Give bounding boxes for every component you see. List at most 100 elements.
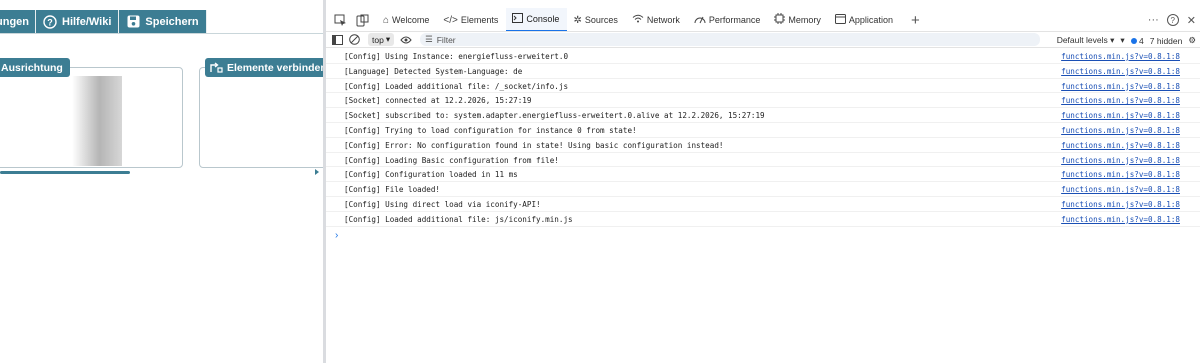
log-source-link[interactable]: functions.min.js?v=0.8.1:8	[1061, 156, 1180, 165]
log-source-link[interactable]: functions.min.js?v=0.8.1:8	[1061, 170, 1180, 179]
log-message: [Socket] subscribed to: system.adapter.e…	[344, 111, 765, 121]
save-icon	[126, 15, 140, 29]
log-message: [Config] Loaded additional file: js/icon…	[344, 214, 573, 224]
log-entry: [Language] Detected System-Language: de f…	[326, 64, 1200, 79]
hidden-count: 7 hidden	[1149, 35, 1183, 46]
log-entry: [Config] Loaded additional file: js/icon…	[326, 212, 1200, 227]
log-entry: [Config] File loaded! functions.min.js?v=…	[326, 182, 1200, 197]
chevron-down-icon: ▾	[385, 34, 391, 44]
log-entry: [Config] Using Instance: energiefluss-er…	[326, 49, 1200, 64]
tab-network[interactable]: Network	[626, 8, 688, 32]
log-source-link[interactable]: functions.min.js?v=0.8.1:8	[1061, 111, 1180, 120]
tab-label: Network	[646, 15, 680, 25]
log-source-link[interactable]: functions.min.js?v=0.8.1:8	[1061, 200, 1180, 209]
log-source-link[interactable]: functions.min.js?v=0.8.1:8	[1061, 215, 1180, 224]
tab-label: Performance	[708, 15, 761, 25]
log-message: [Config] Error: No configuration found i…	[344, 140, 724, 150]
save-label: Speichern	[145, 15, 199, 28]
filter-placeholder: Filter	[436, 34, 456, 45]
device-toolbar-icon[interactable]	[351, 9, 373, 31]
log-entry: [Config] Error: No configuration found i…	[326, 138, 1200, 153]
tab-elements[interactable]: </> Elements	[437, 8, 506, 32]
log-entry: [Config] Loaded additional file: /_socke…	[326, 79, 1200, 94]
console-vertical-scrollbar[interactable]	[1192, 52, 1198, 227]
tab-performance[interactable]: Performance	[688, 8, 769, 32]
tab-welcome[interactable]: ⌂ Welcome	[377, 8, 437, 32]
issues-badge[interactable]: 4	[1130, 35, 1144, 46]
log-entry: [Socket] connected at 12.2.2026, 15:27:1…	[326, 93, 1200, 109]
scroll-right-arrow-icon[interactable]	[315, 169, 319, 175]
log-source-link[interactable]: functions.min.js?v=0.8.1:8	[1061, 185, 1180, 194]
devtools-panel: ⌂ Welcome </> Elements Console ✲ Sources	[326, 0, 1200, 363]
tab-memory[interactable]: Memory	[768, 8, 829, 32]
application-icon	[834, 13, 846, 27]
log-source-link[interactable]: functions.min.js?v=0.8.1:8	[1061, 126, 1180, 135]
connect-elements-label: Elemente verbinden	[227, 61, 323, 74]
log-source-link[interactable]: functions.min.js?v=0.8.1:8	[1061, 141, 1180, 150]
log-source-link[interactable]: functions.min.js?v=0.8.1:8	[1061, 82, 1180, 91]
tab-sources[interactable]: ✲ Sources	[567, 8, 625, 32]
tab-label: Application	[848, 15, 893, 25]
bug-icon: ✲	[573, 14, 582, 26]
console-filter-input[interactable]: ☰ Filter	[420, 33, 1041, 46]
help-wiki-label: Hilfe/Wiki	[62, 15, 112, 28]
log-entry: [Config] Using direct load via iconify-A…	[326, 197, 1200, 212]
tab-console[interactable]: Console	[506, 8, 568, 32]
tab-label: Sources	[584, 15, 618, 25]
help-wiki-button[interactable]: ? Hilfe/Wiki	[36, 10, 120, 33]
tab-label: Elements	[460, 15, 499, 25]
save-button[interactable]: Speichern	[119, 10, 207, 33]
clear-console-icon[interactable]	[349, 34, 360, 45]
console-icon	[512, 12, 524, 26]
connect-elements-header[interactable]: Elemente verbinden	[205, 58, 323, 77]
log-levels-dropdown[interactable]: Default levels ▾	[1057, 35, 1115, 46]
eye-icon[interactable]	[400, 36, 412, 44]
sidebar-toggle-icon[interactable]	[332, 34, 343, 45]
gear-icon[interactable]: ⚙	[1188, 35, 1196, 46]
context-selector[interactable]: top ▾	[368, 33, 395, 46]
alignment-panel-label: Ausrichtung	[1, 61, 63, 74]
more-options-icon[interactable]: ···	[1148, 14, 1159, 26]
context-selector-value: top	[372, 34, 384, 45]
log-entry: [Config] Loading Basic configuration fro…	[326, 153, 1200, 168]
log-message: [Config] Trying to load configuration fo…	[344, 126, 637, 135]
issue-dot-icon	[1130, 37, 1137, 44]
log-message: [Config] Using Instance: energiefluss-er…	[344, 52, 569, 61]
wifi-icon	[632, 14, 644, 26]
home-icon: ⌂	[383, 14, 390, 26]
inspect-element-icon[interactable]	[329, 9, 351, 31]
toolbar-button-settings[interactable]: ungen	[0, 10, 36, 33]
toolbar-button-label: ungen	[0, 15, 29, 28]
log-message: [Config] Loaded additional file: /_socke…	[344, 81, 569, 91]
connect-icon	[209, 61, 223, 74]
app-pane: ungen ? Hilfe/Wiki Speichern Ausrichtung	[0, 0, 323, 363]
tab-application[interactable]: Application	[829, 8, 901, 32]
console-output: [Config] Using Instance: energiefluss-er…	[326, 49, 1200, 363]
devtools-top-actions: ··· ? ✕	[1148, 8, 1196, 32]
log-source-link[interactable]: functions.min.js?v=0.8.1:8	[1061, 67, 1180, 76]
console-prompt-chevron-icon[interactable]: ›	[335, 230, 338, 241]
code-icon: </>	[443, 14, 458, 26]
issues-count: 4	[1139, 35, 1144, 46]
log-entry: [Config] Trying to load configuration fo…	[326, 123, 1200, 138]
log-levels-area: Default levels ▾ ▾ 4 7 hidden ⚙	[1057, 32, 1196, 49]
console-filter-bar: top ▾ ☰ Filter Default levels ▾ ▾ 4 7 hi…	[326, 31, 1200, 48]
alignment-panel-header: Ausrichtung	[0, 58, 70, 77]
close-icon[interactable]: ✕	[1187, 14, 1196, 27]
tab-label: Console	[526, 14, 560, 24]
chevron-down-icon[interactable]: ▾	[1120, 35, 1124, 46]
tab-label: Welcome	[392, 15, 430, 25]
horizontal-scrollbar-thumb[interactable]	[0, 171, 130, 174]
memory-icon	[774, 13, 786, 27]
tab-label: Memory	[788, 15, 821, 25]
filter-icon: ☰	[425, 34, 433, 44]
log-source-link[interactable]: functions.min.js?v=0.8.1:8	[1061, 96, 1180, 105]
help-icon[interactable]: ?	[1166, 14, 1179, 26]
log-source-link[interactable]: functions.min.js?v=0.8.1:8	[1061, 52, 1180, 61]
log-message: [Config] Configuration loaded in 11 ms	[344, 170, 518, 180]
add-tab-plus-icon[interactable]: +	[901, 12, 930, 29]
log-message: [Language] Detected System-Language: de	[344, 66, 523, 76]
svg-text:?: ?	[47, 17, 53, 27]
log-entry: [Config] Configuration loaded in 11 ms fu…	[326, 167, 1200, 183]
log-message: [Config] File loaded!	[344, 185, 441, 195]
